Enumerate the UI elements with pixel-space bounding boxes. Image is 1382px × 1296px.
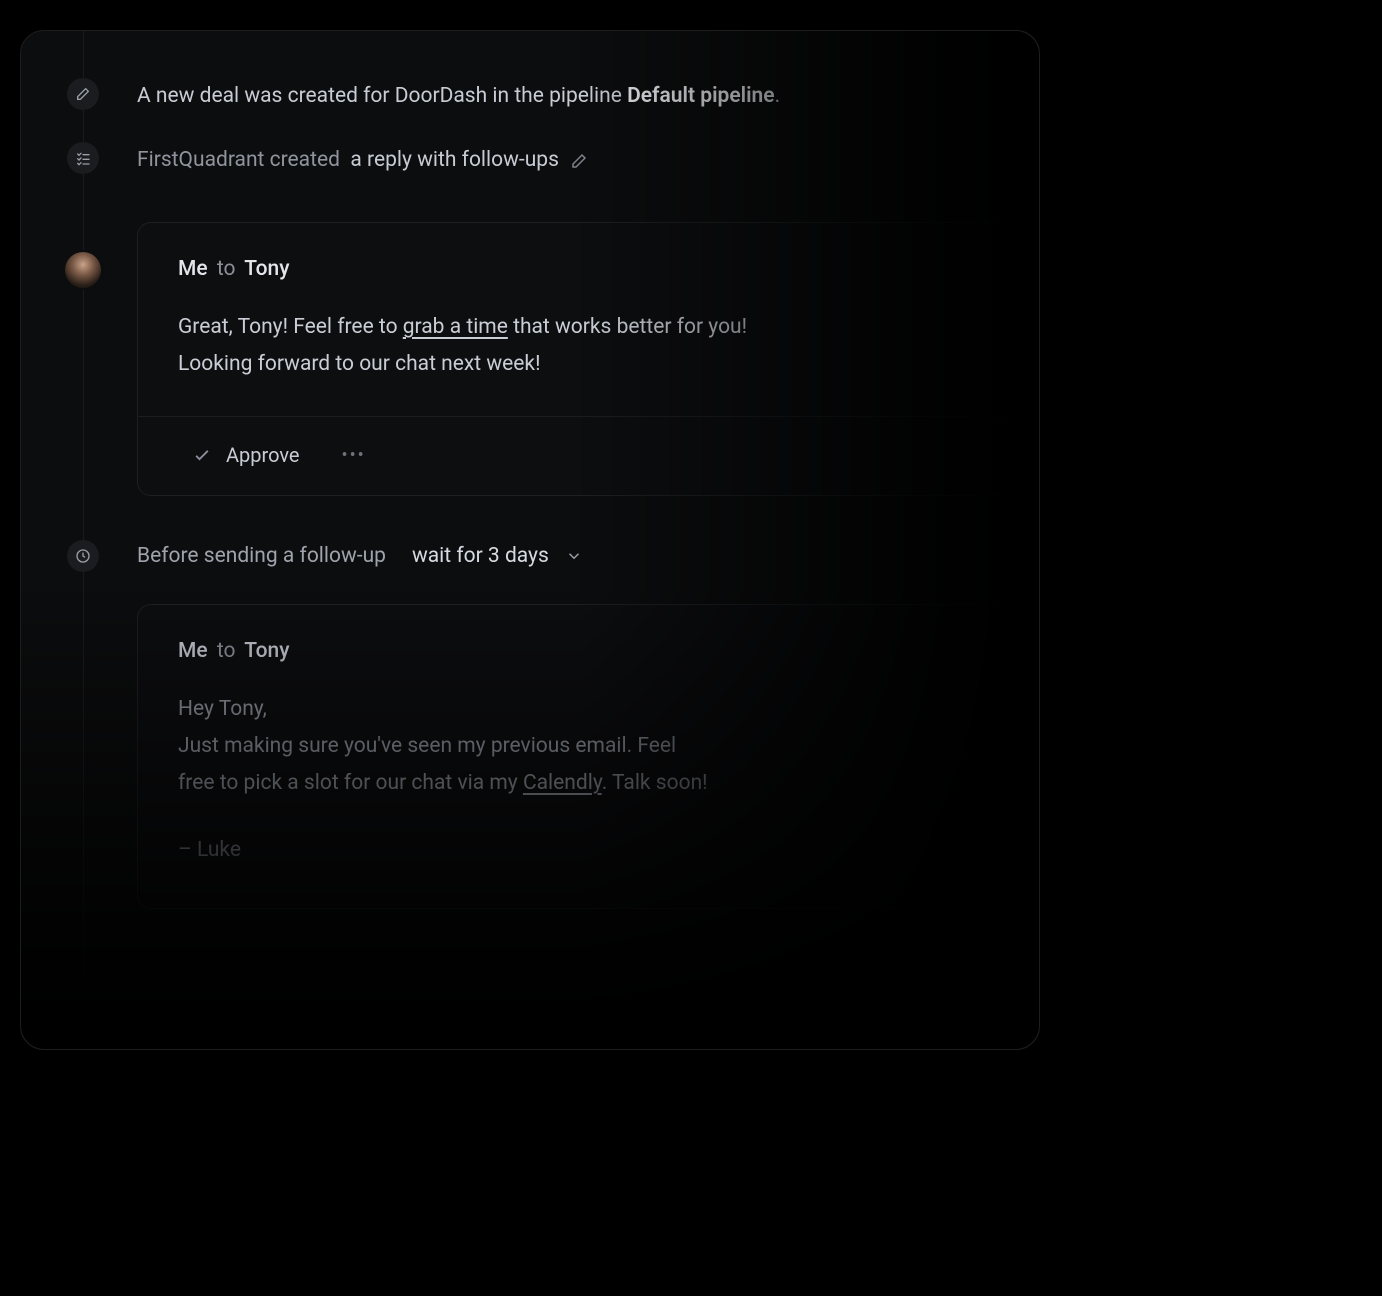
message-header: Me to Tony [178, 639, 966, 663]
wait-label: Before sending a follow-up [137, 544, 386, 568]
body-part-3a: free to pick a slot for our chat via my [178, 771, 523, 795]
list-check-icon [67, 142, 99, 174]
event-deal-created: A new deal was created for DoorDash in t… [21, 81, 1039, 111]
to-name: Tony [244, 257, 289, 281]
body-line-1: Hey Tony, [178, 697, 267, 721]
message-card-1: Me to Tony Great, Tony! Feel free to gra… [137, 222, 1007, 497]
wait-value: wait for 3 days [412, 544, 549, 568]
avatar [65, 252, 101, 288]
chevron-down-icon [565, 547, 583, 565]
body-part-1b: that works better for you! [508, 315, 747, 339]
message-header: Me to Tony [178, 257, 966, 281]
body-part-3b: . Talk soon! [602, 771, 708, 795]
message-body: Hey Tony, Just making sure you've seen m… [178, 691, 966, 868]
from-label: Me [178, 639, 208, 663]
pencil-icon [67, 78, 99, 110]
to-name: Tony [244, 639, 289, 663]
reply-object: a reply with follow-ups [350, 148, 559, 172]
to-label: to [217, 639, 236, 663]
body-line-2: Just making sure you've seen my previous… [178, 734, 676, 758]
event-reply-created: FirstQuadrant created a reply with follo… [21, 145, 1039, 175]
message-body: Great, Tony! Feel free to grab a time th… [178, 309, 966, 383]
wait-duration-select[interactable]: wait for 3 days [412, 544, 583, 568]
calendly-link[interactable]: Calendly [523, 771, 602, 795]
message-card-2: Me to Tony Hey Tony, Just making sure yo… [137, 604, 1007, 909]
edit-icon[interactable] [570, 152, 588, 170]
followup-wait-row: Before sending a follow-up wait for 3 da… [137, 544, 1039, 568]
activity-panel: A new deal was created for DoorDash in t… [20, 30, 1040, 1050]
approve-label: Approve [226, 443, 300, 467]
more-icon[interactable]: ••• [342, 445, 366, 466]
deal-pipeline-name: Default pipeline [627, 84, 775, 108]
signature: – Luke [178, 832, 966, 869]
card-actions: Approve ••• [178, 417, 966, 495]
deal-text-suffix: . [775, 84, 781, 108]
to-label: to [217, 257, 236, 281]
deal-text-prefix: A new deal was created for DoorDash in t… [137, 84, 627, 108]
reply-actor: FirstQuadrant created [137, 148, 340, 172]
grab-time-link[interactable]: grab a time [403, 315, 508, 339]
check-icon [192, 445, 212, 465]
approve-button[interactable]: Approve [192, 443, 300, 467]
body-part-1a: Great, Tony! Feel free to [178, 315, 403, 339]
clock-icon [67, 540, 99, 572]
from-label: Me [178, 257, 208, 281]
body-line-2: Looking forward to our chat next week! [178, 352, 541, 376]
